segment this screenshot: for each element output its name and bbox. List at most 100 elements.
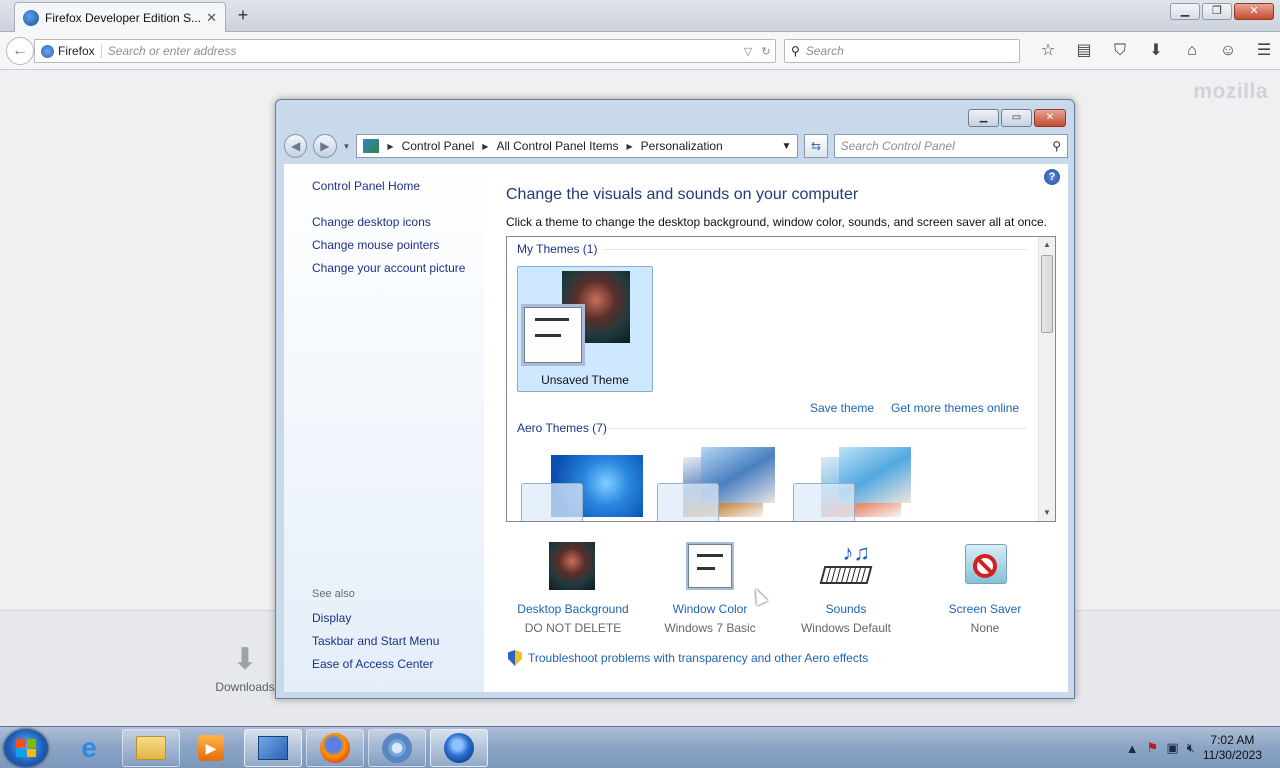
troubleshoot-link-row[interactable]: Troubleshoot problems with transparency … (508, 650, 868, 666)
display-link[interactable]: Display (312, 611, 351, 625)
windows-taskbar: e ▶ ▲ ⚑ ▣ 🔇︎ 7:02 AM 11/30/2023 (0, 726, 1280, 768)
cp-forward-button[interactable]: ▶ (313, 134, 337, 158)
sounds-value: Windows Default (800, 621, 892, 635)
themes-scrollbar[interactable]: ▲ ▼ (1038, 237, 1055, 521)
back-button[interactable]: ← (6, 37, 34, 65)
themes-list[interactable]: My Themes (1) Unsaved Theme Save theme G… (506, 236, 1056, 522)
chromium-taskbar-button[interactable] (368, 729, 426, 767)
clock[interactable]: 7:02 AM 11/30/2023 (1203, 733, 1262, 763)
download-icon[interactable]: ⬇ (1138, 40, 1174, 62)
cp-minimize-button[interactable]: ▁ (968, 109, 999, 127)
recent-pages-icon[interactable]: ▼ (343, 142, 351, 151)
cp-address-row: ◀ ▶ ▼ ▶ Control Panel ▶ All Control Pane… (284, 133, 1068, 159)
desktop-background-label[interactable]: Desktop Background (503, 602, 643, 616)
star-icon[interactable]: ☆ (1030, 40, 1066, 62)
window-color-value: Windows 7 Basic (664, 621, 756, 635)
reading-list-icon[interactable]: ▤ (1066, 40, 1102, 62)
taskbar-start-menu-link[interactable]: Taskbar and Start Menu (312, 634, 439, 648)
network-icon[interactable]: ▣ (1166, 740, 1178, 756)
control-panel-window: ▁ ▭ ✕ ◀ ▶ ▼ ▶ Control Panel ▶ All Contro… (275, 99, 1075, 699)
help-icon[interactable]: ? (1044, 169, 1060, 185)
history-dropdown-icon[interactable]: ▽ (739, 45, 757, 58)
media-player-taskbar-button[interactable]: ▶ (182, 729, 240, 767)
url-input[interactable]: Search or enter address (102, 44, 739, 58)
breadcrumb-all-items[interactable]: All Control Panel Items (496, 139, 618, 153)
breadcrumb-personalization[interactable]: Personalization (641, 139, 723, 153)
action-center-icon[interactable]: ⚑ (1147, 740, 1159, 756)
internet-explorer-taskbar-button[interactable]: e (60, 729, 118, 767)
close-button[interactable]: ✕ (1234, 3, 1274, 20)
sounds-label[interactable]: Sounds (776, 602, 916, 616)
breadcrumb-arrow-icon[interactable]: ▶ (387, 142, 393, 151)
page-title: Change the visuals and sounds on your co… (506, 186, 859, 203)
change-account-picture-link[interactable]: Change your account picture (312, 261, 465, 275)
control-panel-home-link[interactable]: Control Panel Home (312, 179, 420, 193)
breadcrumb-arrow-icon[interactable]: ▶ (627, 142, 633, 151)
cp-search-input[interactable]: Search Control Panel ⚲ (833, 134, 1068, 158)
glass-window-preview (657, 483, 719, 521)
chat-icon[interactable]: ☺ (1210, 40, 1246, 62)
my-themes-label: My Themes (1) (517, 242, 598, 256)
control-panel-app-icon (258, 736, 288, 760)
glass-window-preview (521, 483, 583, 521)
troubleshoot-link[interactable]: Troubleshoot problems with transparency … (528, 651, 868, 665)
get-more-themes-link[interactable]: Get more themes online (891, 401, 1019, 415)
screen-saver-icon (961, 542, 1009, 590)
scroll-up-icon[interactable]: ▲ (1039, 237, 1055, 253)
search-input[interactable]: Search (806, 44, 844, 58)
control-panel-taskbar-button[interactable] (244, 729, 302, 767)
firefox-taskbar-button[interactable] (306, 729, 364, 767)
new-tab-button[interactable]: + (232, 5, 254, 27)
firefox-developer-taskbar-button[interactable] (430, 729, 488, 767)
tab-title: Firefox Developer Edition S... (45, 10, 201, 25)
firefox-dev-icon (23, 9, 39, 26)
change-mouse-pointers-link[interactable]: Change mouse pointers (312, 238, 439, 252)
screen-saver-label[interactable]: Screen Saver (915, 602, 1055, 616)
file-explorer-taskbar-button[interactable] (122, 729, 180, 767)
scroll-thumb[interactable] (1041, 255, 1053, 333)
tab-close-icon[interactable]: ✕ (206, 10, 217, 26)
minimize-button[interactable]: ▁ (1170, 3, 1200, 20)
breadcrumb[interactable]: ▶ Control Panel ▶ All Control Panel Item… (356, 134, 799, 158)
start-button[interactable] (4, 729, 48, 767)
screen-saver-setting[interactable]: Screen Saver None (915, 538, 1055, 635)
refresh-button[interactable]: ⇆ (804, 134, 828, 158)
restore-button[interactable]: ❐ (1202, 3, 1232, 20)
volume-muted-icon[interactable]: 🔇︎ (1187, 740, 1195, 756)
scroll-down-icon[interactable]: ▼ (1039, 505, 1055, 521)
pocket-icon[interactable]: ⛉ (1102, 40, 1138, 62)
aero-themes-label: Aero Themes (7) (517, 421, 607, 435)
sounds-setting[interactable]: ♪♫ Sounds Windows Default (776, 538, 916, 636)
firefox-icon (320, 733, 350, 763)
cp-titlebar: ▁ ▭ ✕ (276, 100, 1074, 130)
search-icon: ⚲ (1052, 139, 1061, 153)
save-theme-link[interactable]: Save theme (810, 401, 874, 415)
group-divider (603, 249, 1027, 250)
menu-icon[interactable]: ☰ (1246, 40, 1280, 62)
cp-search-placeholder: Search Control Panel (840, 139, 955, 153)
cp-close-button[interactable]: ✕ (1034, 109, 1066, 127)
search-bar[interactable]: ⚲ Search (784, 39, 1020, 63)
browser-window-controls: ▁ ❐ ✕ (1170, 3, 1274, 20)
glass-window-preview (793, 483, 855, 521)
desktop-background-value: DO NOT DELETE (524, 621, 622, 635)
downloads-launcher[interactable]: ⬇ Downloads (212, 640, 278, 694)
sounds-icon: ♪♫ (819, 542, 873, 590)
home-icon[interactable]: ⌂ (1174, 40, 1210, 62)
change-desktop-icons-link[interactable]: Change desktop icons (312, 215, 431, 229)
clock-date: 11/30/2023 (1202, 748, 1262, 762)
desktop-background-setting[interactable]: Desktop Background DO NOT DELETE (503, 538, 643, 635)
cp-back-button[interactable]: ◀ (284, 134, 308, 158)
reload-icon[interactable]: ↻ (757, 45, 775, 58)
breadcrumb-control-panel[interactable]: Control Panel (402, 139, 475, 153)
browser-tab[interactable]: Firefox Developer Edition S... ✕ (14, 2, 226, 32)
show-hidden-icons-icon[interactable]: ▲ (1126, 741, 1139, 756)
url-bar[interactable]: Firefox Search or enter address ▽ ↻ (34, 39, 776, 63)
cp-maximize-button[interactable]: ▭ (1001, 109, 1032, 127)
unsaved-theme-tile[interactable]: Unsaved Theme (517, 266, 653, 392)
breadcrumb-dropdown-icon[interactable]: ▼ (782, 141, 792, 152)
breadcrumb-arrow-icon[interactable]: ▶ (482, 142, 488, 151)
ease-of-access-link[interactable]: Ease of Access Center (312, 657, 433, 671)
system-tray: ▲ ⚑ ▣ 🔇︎ 7:02 AM 11/30/2023 (1126, 727, 1280, 768)
mozilla-logo: mozilla (1193, 80, 1268, 103)
